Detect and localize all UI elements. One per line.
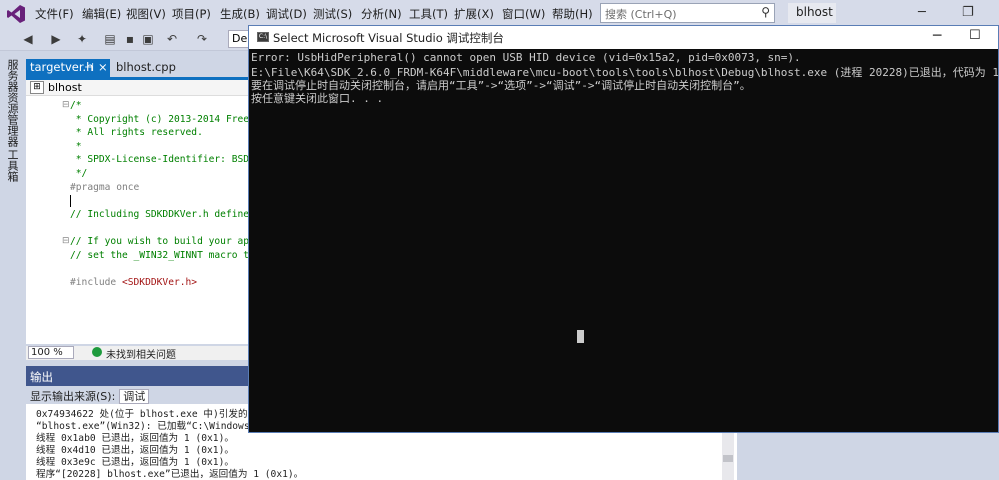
menu-view[interactable]: 视图(V) (126, 6, 166, 22)
code-line: #pragma once (70, 182, 140, 193)
toolbox-tab[interactable]: 工具箱 (4, 149, 20, 182)
code-line: * Copyright (c) 2013-2014 Freesca (70, 114, 250, 125)
console-title: Select Microsoft Visual Studio 调试控制台 (273, 31, 504, 45)
output-scrollbar-thumb[interactable] (723, 455, 733, 462)
menu-edit[interactable]: 编辑(E) (82, 6, 121, 22)
project-scope-icon: ⊞ (30, 81, 44, 94)
editor-navigation-bar: ⊞ blhost (26, 80, 250, 96)
console-cursor (577, 330, 584, 343)
left-tool-tabs: 服务器资源管理器 工具箱 (0, 51, 24, 480)
output-line: 程序“[20228] blhost.exe”已退出，返回值为 1 (0x1)。 (36, 469, 304, 480)
quick-launch-search[interactable]: 搜索 (Ctrl+Q) ⚲ (600, 3, 775, 23)
search-placeholder: 搜索 (Ctrl+Q) (605, 8, 677, 21)
code-line: // set the _WIN32_WINNT macro to t (70, 250, 250, 261)
code-line: * All rights reserved. (70, 127, 203, 138)
solution-name-badge: blhost (788, 3, 836, 23)
fold-toggle-icon[interactable]: ⊟ (62, 236, 70, 246)
close-icon[interactable]: × (98, 60, 108, 74)
console-line: 按任意键关闭此窗口. . . (251, 92, 384, 105)
include-path: <SDKDDKVer.h> (121, 277, 198, 288)
visual-studio-logo-icon[interactable] (6, 4, 26, 24)
code-line: * SPDX-License-Identifier: BSD-3- (70, 154, 250, 165)
code-line: /* (70, 100, 82, 111)
menu-bar: 文件(F) 编辑(E) 视图(V) 项目(P) 生成(B) 调试(D) 测试(S… (0, 0, 999, 27)
tab-targetver-h[interactable]: targetver.h ⊣ × (26, 59, 110, 77)
pin-icon[interactable]: ⊣ (84, 60, 94, 74)
code-line: */ (70, 168, 88, 179)
console-app-icon: C:\ (257, 32, 269, 42)
background-panel (737, 434, 999, 480)
minimize-icon[interactable]: ─ (933, 28, 941, 44)
console-line: Error: UsbHidPeripheral() cannot open US… (251, 51, 801, 64)
server-explorer-tab[interactable]: 服务器资源管理器 (4, 59, 20, 147)
minimize-icon[interactable]: ─ (918, 5, 926, 20)
code-line: * (70, 141, 82, 152)
debug-console-window[interactable]: C:\ Select Microsoft Visual Studio 调试控制台… (248, 25, 999, 433)
undo-icon[interactable]: ↶ (164, 31, 180, 47)
tab-label: blhost.cpp (116, 60, 176, 74)
restore-icon[interactable]: ❐ (962, 5, 974, 20)
code-line: #include <SDKDDKVer.h> (70, 277, 197, 288)
code-editor[interactable]: ⊟ ⊟ /* * Copyright (c) 2013-2014 Freesca… (26, 96, 250, 344)
open-folder-icon[interactable]: ▤ (102, 31, 118, 47)
text-caret (70, 195, 71, 207)
include-directive: #include (70, 277, 122, 288)
document-tabs: targetver.h ⊣ × blhost.cpp (26, 59, 256, 77)
search-icon[interactable]: ⚲ (761, 5, 770, 19)
output-source-bar: 显示输出来源(S): 调试 (26, 386, 250, 404)
menu-help[interactable]: 帮助(H) (552, 6, 593, 22)
menu-analyze[interactable]: 分析(N) (361, 6, 402, 22)
scope-dropdown[interactable]: blhost (48, 81, 82, 94)
redo-icon[interactable]: ↷ (194, 31, 210, 47)
menu-project[interactable]: 项目(P) (172, 6, 211, 22)
output-panel-header: 输出 (26, 366, 250, 386)
editor-status-bar: 100 % 未找到相关问题 (26, 346, 250, 361)
issues-status[interactable]: 未找到相关问题 (106, 346, 176, 361)
console-title-bar[interactable]: C:\ Select Microsoft Visual Studio 调试控制台… (249, 26, 998, 49)
menu-test[interactable]: 测试(S) (313, 6, 352, 22)
forward-icon[interactable]: ▶ (48, 31, 64, 47)
menu-extensions[interactable]: 扩展(X) (454, 6, 494, 22)
output-source-dropdown[interactable]: 调试 (119, 389, 150, 404)
new-item-icon[interactable]: ✦ (74, 31, 90, 47)
menu-tools[interactable]: 工具(T) (409, 6, 448, 22)
menu-file[interactable]: 文件(F) (35, 6, 74, 22)
fold-toggle-icon[interactable]: ⊟ (62, 100, 70, 110)
zoom-dropdown[interactable]: 100 % (28, 346, 74, 359)
output-source-label: 显示输出来源(S): (30, 390, 116, 403)
maximize-icon[interactable]: ☐ (969, 28, 981, 43)
tab-blhost-cpp[interactable]: blhost.cpp (112, 59, 222, 77)
save-icon[interactable]: ▪ (122, 31, 138, 47)
code-line: // If you wish to build your appl (70, 236, 250, 247)
code-line: // Including SDKDDKVer.h defines t (70, 209, 250, 220)
menu-window[interactable]: 窗口(W) (502, 6, 545, 22)
menu-build[interactable]: 生成(B) (220, 6, 260, 22)
check-icon (92, 347, 102, 357)
save-all-icon[interactable]: ▣ (140, 31, 156, 47)
menu-debug[interactable]: 调试(D) (266, 6, 307, 22)
back-icon[interactable]: ◀ (20, 31, 36, 47)
